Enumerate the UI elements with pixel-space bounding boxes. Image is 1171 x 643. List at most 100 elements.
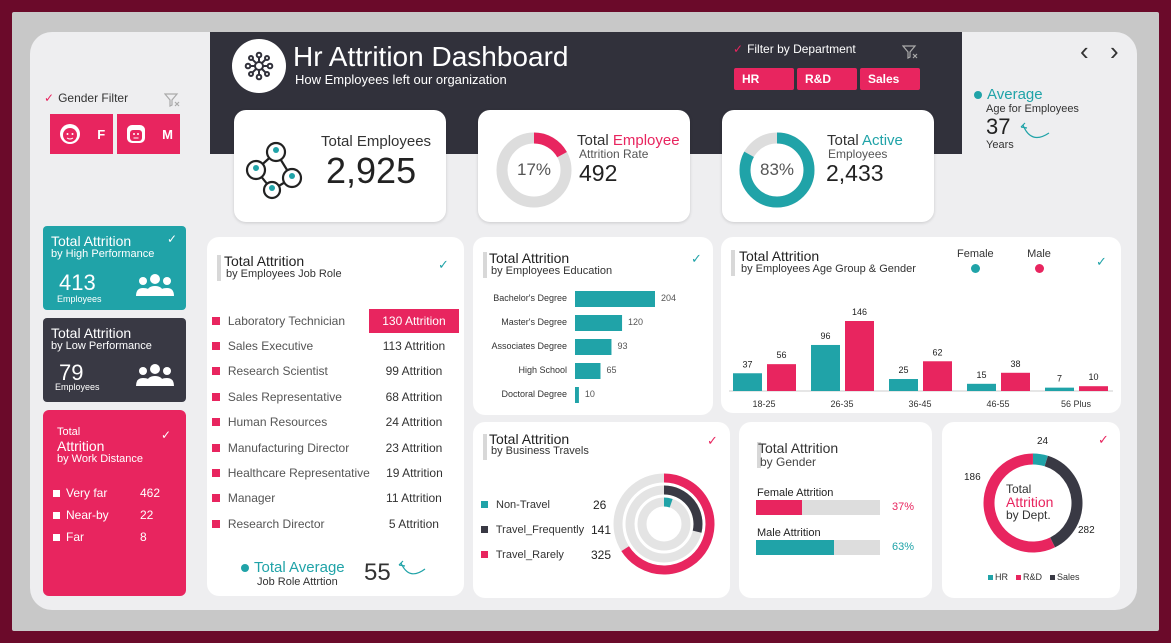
job-role-row[interactable]: Research Scientist 99 Attrition xyxy=(212,359,459,384)
dept-card: ✓ Total Attrition by Dept. 24 186 282 HR… xyxy=(942,422,1120,598)
age-bar-male[interactable] xyxy=(923,361,952,391)
age-value-label: 37 xyxy=(742,359,752,369)
age-value-label: 15 xyxy=(976,370,986,380)
work-distance-card: Total Attrition by Work Distance ✓ Very … xyxy=(43,410,186,596)
checkbox-icon xyxy=(53,489,60,497)
age-bar-male[interactable] xyxy=(1001,372,1030,391)
gender-female-button[interactable]: F xyxy=(50,114,113,154)
age-gender-subtitle: by Employees Age Group & Gender xyxy=(741,263,916,275)
teal-dot-icon xyxy=(974,90,982,99)
age-value-label: 146 xyxy=(852,307,867,317)
travel-legend-row[interactable]: Travel_Frequently 141 xyxy=(481,517,611,542)
job-role-value: 68 Attrition xyxy=(385,389,443,404)
kpi-attrition-rate-card: 17% Total Employee Attrition Rate 492 xyxy=(478,110,690,222)
job-role-value: 11 Attrition xyxy=(386,491,442,506)
age-category-label: 26-35 xyxy=(830,399,853,409)
job-role-value: 19 Attrition xyxy=(386,466,443,481)
pink-square-icon xyxy=(212,519,220,528)
job-role-row[interactable]: Healthcare Representative 19 Attrition xyxy=(212,460,459,485)
clear-gender-filter-icon[interactable] xyxy=(163,92,180,113)
pink-square-icon xyxy=(212,418,220,427)
travel-label: Travel_Rarely xyxy=(495,548,564,561)
job-role-row[interactable]: Manager 11 Attrition xyxy=(212,486,459,511)
job-role-label: Manufacturing Director xyxy=(227,440,350,455)
travel-legend-row[interactable]: Travel_Rarely 325 xyxy=(481,542,611,567)
age-bar-female[interactable] xyxy=(811,344,840,391)
dept-button-hr[interactable]: HR xyxy=(734,68,794,90)
age-bar-male[interactable] xyxy=(845,321,874,391)
edu-bar[interactable] xyxy=(575,339,612,355)
checkbox-icon xyxy=(53,511,60,519)
age-value-label: 38 xyxy=(1010,359,1020,369)
dept-center-label: Total Attrition by Dept. xyxy=(1006,483,1053,522)
edu-value-label: 10 xyxy=(585,389,595,399)
job-role-row[interactable]: Human Resources 24 Attrition xyxy=(212,410,459,435)
travel-ring-arc[interactable] xyxy=(663,497,673,508)
distance-item-very-far[interactable]: Very far 462 xyxy=(53,482,173,504)
gender-title: Total Attrition xyxy=(758,440,839,456)
avg-subtitle: Job Role Attrtion xyxy=(257,576,338,588)
job-role-label: Manager xyxy=(227,491,276,506)
checkmark-icon: ✓ xyxy=(691,251,702,266)
travel-subtitle: by Business Travels xyxy=(491,445,589,457)
dashboard-board: Hr Attrition Dashboard How Employees lef… xyxy=(30,32,1137,610)
gender-male-button[interactable]: M xyxy=(117,114,180,154)
male-attrition-percent: 63% xyxy=(892,541,915,553)
job-role-row[interactable]: Sales Executive 113 Attrition xyxy=(212,333,459,358)
business-travel-card: Total Attrition by Business Travels ✓ No… xyxy=(473,422,730,598)
age-bar-male[interactable] xyxy=(1079,386,1108,391)
distance-subtitle: by Work Distance xyxy=(57,453,143,465)
distance-value: 462 xyxy=(140,486,161,500)
next-arrow-icon[interactable]: › xyxy=(1110,36,1119,67)
job-role-value: 5 Attrition xyxy=(388,516,439,531)
group-icon xyxy=(136,274,174,296)
job-role-label: Sales Representative xyxy=(227,389,342,404)
female-attrition-percent: 37% xyxy=(892,501,915,513)
edu-bar[interactable] xyxy=(575,315,623,331)
female-attrition-bar xyxy=(756,500,802,515)
distance-item-far[interactable]: Far 8 xyxy=(53,526,173,548)
female-attrition-track xyxy=(756,500,880,515)
dept-filter-label: Filter by Department xyxy=(747,42,856,56)
edu-bar[interactable] xyxy=(575,387,579,403)
group-icon xyxy=(136,364,174,386)
job-role-row[interactable]: Sales Representative 68 Attrition xyxy=(212,384,459,409)
attrition-rate-label-2: Attrition Rate xyxy=(579,147,649,161)
age-bar-female[interactable] xyxy=(1045,387,1074,391)
distance-item-near-by[interactable]: Near-by 22 xyxy=(53,504,173,526)
clear-dept-filter-icon[interactable] xyxy=(901,44,918,65)
prev-arrow-icon[interactable]: ‹ xyxy=(1080,36,1089,67)
pink-square-icon xyxy=(212,342,220,351)
dept-donut-slice[interactable] xyxy=(1032,453,1048,467)
job-role-value: 130 Attrition xyxy=(368,308,459,333)
edu-bar[interactable] xyxy=(575,291,655,307)
legend-female: Female xyxy=(957,248,994,273)
age-bar-female[interactable] xyxy=(967,383,996,391)
age-category-label: 46-55 xyxy=(986,399,1009,409)
legend-square-icon xyxy=(481,501,488,508)
job-role-row[interactable]: Laboratory Technician 130 Attrition xyxy=(212,308,459,333)
dept-label-sales: 282 xyxy=(1078,525,1095,536)
average-age-value: 37 xyxy=(986,114,1011,139)
logo xyxy=(232,39,286,93)
pink-square-icon xyxy=(212,469,220,478)
edu-bar[interactable] xyxy=(575,363,601,379)
age-bar-female[interactable] xyxy=(733,373,762,391)
dept-button-rd[interactable]: R&D xyxy=(797,68,857,90)
avg-title: Total Average xyxy=(254,559,345,576)
pink-square-icon xyxy=(212,316,220,325)
age-bar-male[interactable] xyxy=(767,364,796,391)
job-role-average: Total Average Job Role Attrtion xyxy=(241,559,345,588)
checkmark-icon: ✓ xyxy=(1096,254,1107,269)
checkmark-icon: ✓ xyxy=(438,257,449,272)
dept-legend-hr-label: HR xyxy=(995,572,1008,582)
job-role-row[interactable]: Manufacturing Director 23 Attrition xyxy=(212,435,459,460)
dept-button-sales[interactable]: Sales xyxy=(860,68,920,90)
gender-card: Total Attrition by Gender Female Attriti… xyxy=(739,422,932,598)
age-bar-female[interactable] xyxy=(889,379,918,391)
job-role-row[interactable]: Research Director 5 Attrition xyxy=(212,511,459,536)
job-role-title: Total Attrition xyxy=(224,253,305,269)
travel-legend-row[interactable]: Non-Travel 26 xyxy=(481,492,611,517)
female-label: F xyxy=(97,126,106,142)
active-label-2: Employees xyxy=(828,147,888,161)
